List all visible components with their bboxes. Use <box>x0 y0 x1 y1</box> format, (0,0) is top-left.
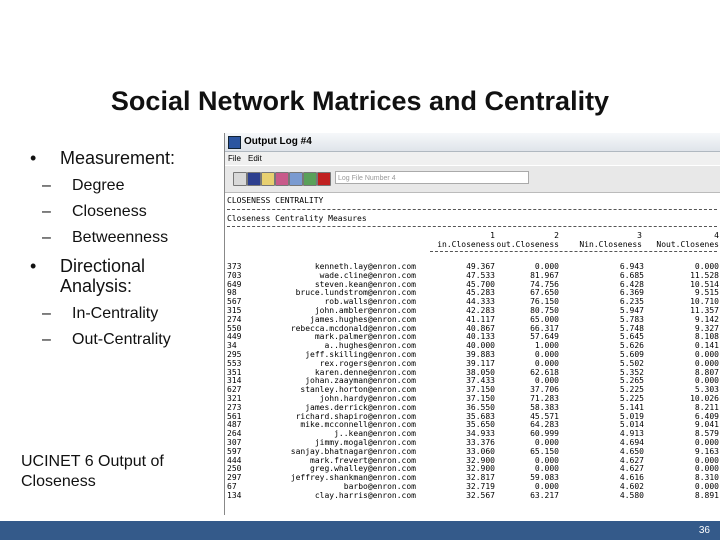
sub-bullet-item: – In-Centrality <box>30 304 220 324</box>
bullet-glyph: • <box>30 256 37 276</box>
sub-bullet-item: – Closeness <box>30 202 220 222</box>
column-number: 1 <box>490 231 495 240</box>
slide-title: Social Network Matrices and Centrality <box>110 86 610 116</box>
table-cell: 32.567 <box>466 490 495 500</box>
sub-bullet-item: – Degree <box>30 176 220 196</box>
sub-bullet-text: Closeness <box>72 203 147 220</box>
sub-bullet-item: – Betweenness <box>30 228 220 248</box>
dash-glyph: – <box>42 229 51 246</box>
dash-glyph: – <box>42 203 51 220</box>
dash-glyph: – <box>42 177 51 194</box>
dash-glyph: – <box>42 305 51 322</box>
table-cell: 63.217 <box>530 490 559 500</box>
table-cell: 4.580 <box>619 490 644 500</box>
table-cell: 8.891 <box>694 490 719 500</box>
footer-bar: 36 <box>0 521 720 540</box>
page-number: 36 <box>698 525 710 536</box>
bullet-text: Directional Analysis: <box>60 256 146 296</box>
bullet-item: • Directional Analysis: <box>30 256 220 296</box>
column-header-4: 4 Nout.Closenes <box>656 231 719 250</box>
column-number: 3 <box>637 231 642 240</box>
output-subheading: Closeness Centrality Measures <box>227 214 367 223</box>
find-icon[interactable] <box>303 172 317 186</box>
sub-bullet-text: Betweenness <box>72 229 169 246</box>
table-row: 134 clay.harris@enron.com 32.567 63.217 4.58… <box>227 490 719 501</box>
column-number: 2 <box>554 231 559 240</box>
column-label: out.Closeness <box>496 240 559 250</box>
bullet-list: • Measurement: – Degree – Closeness – Betweenne… <box>30 148 220 350</box>
column-label: Nin.Closeness <box>579 240 642 250</box>
column-header-2: 2 out.Closeness <box>496 231 559 250</box>
bullet-text: Measurement: <box>60 148 176 168</box>
table-cell: 134 <box>227 490 242 500</box>
column-label: in.Closeness <box>437 240 495 250</box>
toolbar: Log File Number 4 <box>225 166 720 193</box>
column-header-1: 1 in.Closeness <box>437 231 495 250</box>
sub-bullet-text: Degree <box>72 177 125 194</box>
heading-rule <box>227 209 717 210</box>
window-title: Output Log #4 <box>244 136 312 147</box>
menu-file[interactable]: File <box>228 154 241 163</box>
column-number: 4 <box>714 231 719 240</box>
output-heading: CLOSENESS CENTRALITY <box>227 196 324 205</box>
ucinet-output-window: Output Log #4 File Edit Log File Number … <box>224 133 720 515</box>
closeness-table: 373 kenneth.lay@enron.com 49.367 0.000 6.943… <box>227 262 719 501</box>
sub-bullet-item: – Out-Centrality <box>30 330 220 350</box>
sub-bullet-text: In-Centrality <box>72 305 159 322</box>
dash-glyph: – <box>42 331 51 348</box>
close-icon[interactable] <box>317 172 331 186</box>
table-cell: clay.harris@enron.com <box>314 490 416 500</box>
column-header-3: 3 Nin.Closeness <box>579 231 642 250</box>
menu-bar: File Edit <box>225 152 720 165</box>
open-icon[interactable] <box>261 172 275 186</box>
subheading-rule <box>227 226 717 227</box>
bullet-item: • Measurement: <box>30 148 220 168</box>
log-file-field[interactable]: Log File Number 4 <box>335 171 529 184</box>
menu-edit[interactable]: Edit <box>248 154 262 163</box>
sub-bullet-text: Out-Centrality <box>72 331 171 348</box>
slide-caption: UCINET 6 Output of Closeness <box>21 453 164 490</box>
window-titlebar[interactable]: Output Log #4 <box>225 133 720 152</box>
paste-icon[interactable] <box>289 172 303 186</box>
window-app-icon <box>228 136 241 149</box>
print-icon[interactable] <box>233 172 247 186</box>
save-icon[interactable] <box>247 172 261 186</box>
bullet-glyph: • <box>30 148 37 168</box>
column-label: Nout.Closenes <box>656 240 719 250</box>
copy-icon[interactable] <box>275 172 289 186</box>
column-rule <box>430 251 717 252</box>
